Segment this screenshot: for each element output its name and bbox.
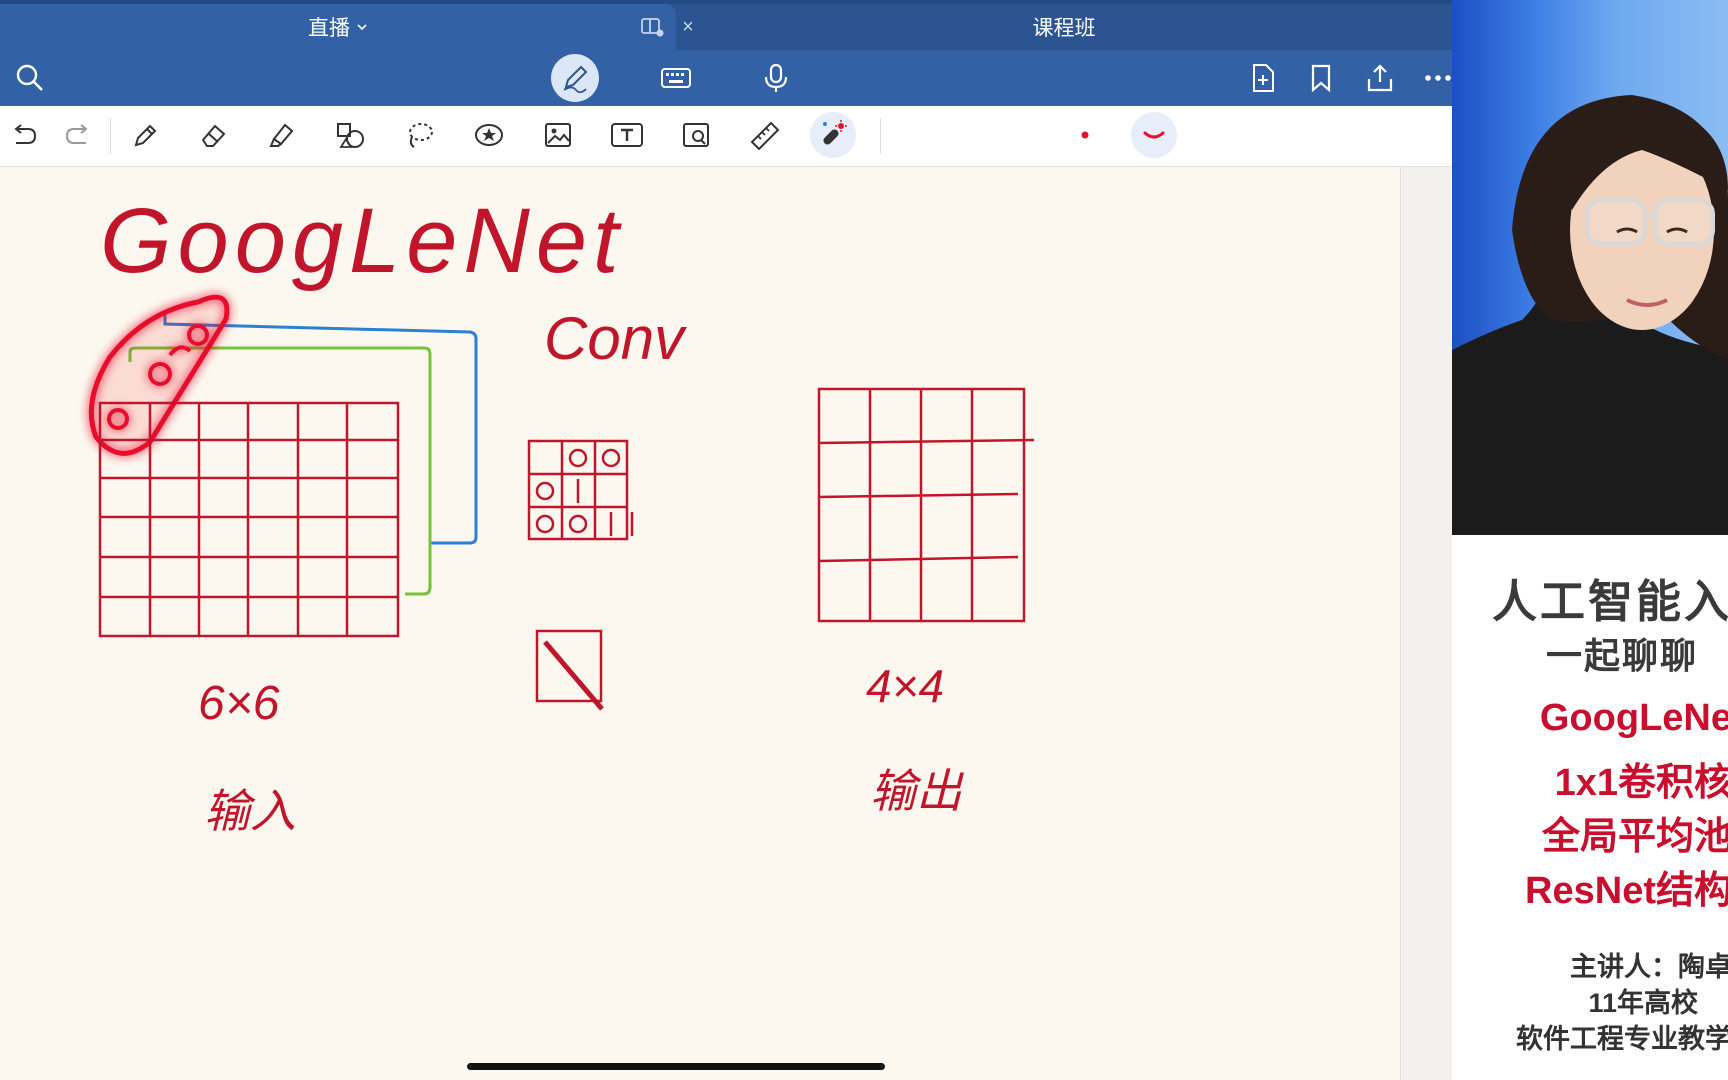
laser-dot-icon [1081,131,1089,139]
undo-button[interactable] [0,112,46,158]
conv-label: Conv [544,305,687,372]
tab-course-label: 课程班 [1032,17,1096,40]
more-button[interactable] [1414,54,1452,102]
highlighter-tool[interactable] [259,112,305,158]
eraser-tool[interactable] [190,112,236,158]
chevron-down-icon [357,24,367,31]
sticker-tool[interactable] [466,112,512,158]
close-tab-icon[interactable]: × [673,16,703,39]
title-googlenet: GoogLeNet [100,190,625,292]
highlighter-icon [269,123,294,147]
notes-app: 直播 × 课程班 GoogLeNet Conv 6×6 输入 4×4 输出 [0,0,1452,1080]
add-page-icon [1253,64,1274,92]
lasso-icon [409,123,433,148]
zoom-window-icon [683,123,709,147]
search-icon [16,64,43,91]
laser-pointer-icon [823,120,847,145]
sticker-icon [475,124,503,146]
kernel-grid [527,439,634,541]
topic-googlenet: GoogLeNe [1539,697,1728,739]
speaker-role: 软件工程专业教学 [1516,1024,1728,1054]
lecturer-panel: 人工智能入 一起聊聊 GoogLeNe 1x1卷积核 全局平均池 ResNet结… [1452,0,1728,1080]
lecturer-figure [1452,95,1728,535]
bookmark-icon [1311,64,1331,93]
course-subtitle: 一起聊聊 [1545,635,1698,676]
pen-mode-button[interactable] [551,54,599,102]
textbox-tool[interactable] [604,112,650,158]
keyboard-button[interactable] [652,54,700,102]
drawing-tools [0,106,1452,167]
topic-1x1-conv: 1x1卷积核 [1554,762,1728,804]
zoom-window-tool[interactable] [673,112,719,158]
textbox-icon [611,123,643,147]
shapes-icon [337,123,364,148]
keyboard-icon [661,68,691,88]
output-size-label: 4×4 [866,660,944,712]
page-margin [1400,167,1452,1080]
tab-bar: 直播 × 课程班 [0,0,1452,50]
tab-course[interactable]: × 课程班 [676,4,1452,50]
split-view-icon[interactable] [640,16,664,38]
redo-button[interactable] [56,112,102,158]
share-button[interactable] [1356,54,1404,102]
laser-pointer-tool[interactable] [810,112,856,158]
pen-icon [134,124,157,147]
shapes-tool[interactable] [328,112,374,158]
bookmark-button[interactable] [1297,54,1345,102]
lasso-tool[interactable] [397,112,443,158]
add-page-button[interactable] [1239,54,1287,102]
input-label: 输入 [204,785,296,837]
pen-mode-icon [563,65,588,93]
topic-resnet: ResNet结构 [1525,870,1728,912]
webcam-feed [1452,0,1728,535]
speaker-name: 主讲人：陶卓 [1570,952,1728,982]
course-title: 人工智能入 [1491,576,1728,627]
ruler-tool[interactable] [742,112,788,158]
tab-live[interactable]: 直播 [0,4,676,50]
more-icon [1425,75,1451,81]
laser-dot-option[interactable] [1062,112,1108,158]
course-caption: 人工智能入 一起聊聊 GoogLeNe 1x1卷积核 全局平均池 ResNet结… [1452,535,1728,1080]
eraser-icon [201,124,226,147]
note-canvas[interactable]: GoogLeNet Conv 6×6 输入 4×4 输出 [0,167,1400,1080]
microphone-button[interactable] [752,54,800,102]
microphone-icon [764,63,788,92]
laser-trail-option[interactable] [1131,112,1177,158]
image-tool[interactable] [535,112,581,158]
input-size-label: 6×6 [198,677,280,730]
home-indicator[interactable] [467,1063,885,1070]
laser-trail-icon [1143,131,1165,139]
main-toolbar [0,50,1452,106]
share-icon [1367,64,1393,92]
ruler-icon [750,121,780,150]
redo-icon [65,124,88,144]
output-label: 输出 [870,765,964,817]
laser-loop [88,294,230,456]
pen-tool[interactable] [122,112,168,158]
handwritten-notes: GoogLeNet Conv 6×6 输入 4×4 输出 [88,190,1035,837]
search-button[interactable] [6,54,54,102]
undo-icon [14,124,37,144]
one-by-one-kernel [535,629,604,711]
tab-live-label: 直播 [308,17,350,40]
speaker-years: 11年高校 [1588,988,1698,1018]
topic-global-avg-pool: 全局平均池 [1541,816,1728,858]
output-grid [817,387,1035,623]
image-icon [545,123,571,147]
